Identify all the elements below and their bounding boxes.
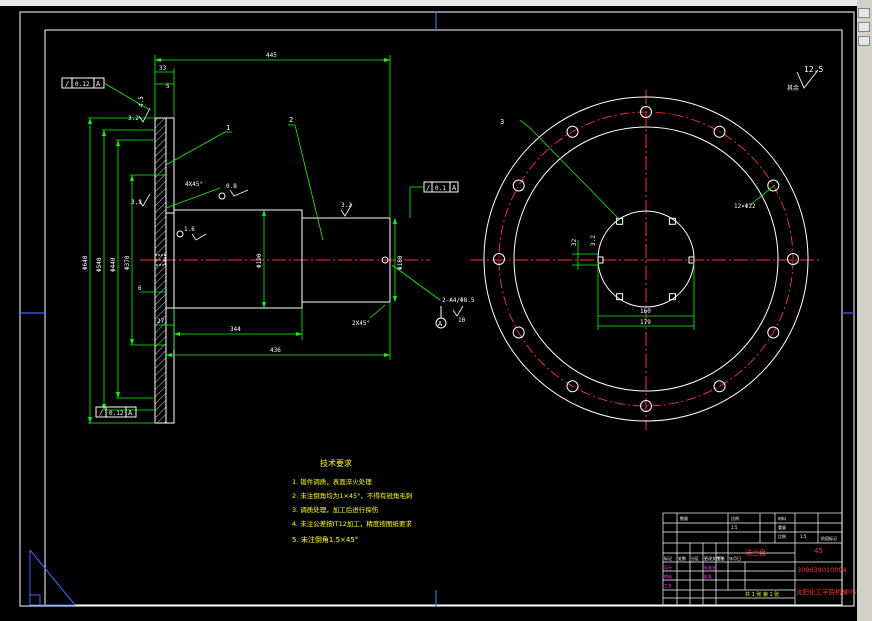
tb-scale-row: 共 1 张 第 1 张	[745, 591, 779, 598]
callout-2: 2	[289, 116, 293, 124]
dim-shaft-step: 344	[230, 326, 241, 333]
svg-text:标记: 标记	[664, 555, 672, 561]
tb-material: 45	[814, 547, 823, 555]
gdt-top-value: 0.12	[75, 81, 90, 88]
dim-length-total: 445	[266, 52, 277, 59]
dim-keyway-depth: 179	[640, 319, 651, 326]
flange-section	[154, 117, 167, 424]
gdt-bottom-symbol: /	[99, 409, 103, 417]
outer-border	[19, 11, 855, 607]
svg-text:比例: 比例	[778, 533, 786, 539]
bolt-hole	[512, 179, 525, 192]
side-view: 445 33 5 344 436 27 6 Φ640 Φ540 Φ440 Φ37…	[61, 52, 475, 424]
note-3: 3. 调质处理，加工后进行探伤	[292, 505, 379, 514]
dim-dia-bolt: Φ540	[96, 257, 103, 272]
svg-text:设计: 设计	[664, 564, 672, 570]
tb-drawing-no: 309639010094	[797, 566, 847, 574]
dim-dia-end: Φ180	[397, 255, 404, 270]
svg-text:工艺: 工艺	[664, 583, 672, 588]
rough-a: 3.2	[128, 115, 139, 122]
dim-flange-step: 5	[166, 83, 170, 90]
notes-title: 技术要求	[320, 458, 352, 468]
svg-text:重量: 重量	[778, 524, 786, 530]
dim-shaft-length: 436	[270, 347, 281, 354]
note-5: 5. 未注倒角1.5×45°	[292, 535, 358, 544]
tb-part-name: 法兰盘	[745, 548, 766, 557]
svg-text:处数: 处数	[678, 555, 686, 561]
note-1: 1. 锻件调质，表面淬火处理	[292, 477, 372, 486]
callout-3: 3	[500, 118, 504, 126]
svg-text:阶段标记: 阶段标记	[821, 535, 837, 541]
right-scrollbar[interactable]	[857, 0, 872, 621]
tb-school: 沈阳化工学院机械0509	[796, 587, 857, 596]
chamfer-2: 2X45°	[352, 320, 370, 327]
bolt-holes-spec: 12×Φ22	[734, 203, 756, 210]
note-2: 2. 未注倒角均为1×45°，不得有锐角毛刺	[292, 491, 412, 500]
rough-c: 3.2	[341, 202, 352, 209]
svg-text:标准化: 标准化	[704, 564, 716, 570]
cad-drawing-canvas[interactable]: 445 33 5 344 436 27 6 Φ640 Φ540 Φ440 Φ37…	[0, 0, 857, 621]
front-view: 160 179 12×Φ22 32 3.2 其余 12.5 3	[470, 65, 823, 430]
scroll-down-button[interactable]	[858, 36, 870, 46]
center-hole-spec: 2-A4/Φ8.5	[442, 297, 475, 304]
gdt-bottom: / 0.12 A	[95, 406, 137, 418]
svg-text:比例: 比例	[731, 515, 739, 521]
svg-text:签名: 签名	[717, 555, 725, 561]
ucs-icon	[29, 549, 76, 606]
note-4: 4. 未注公差按IT12加工，精度按图纸要求	[292, 519, 412, 528]
datum-a-symbol: A	[435, 306, 447, 329]
gdt-top-symbol: /	[65, 80, 69, 88]
gdt-right-datum: A	[452, 184, 457, 192]
dim-keyway-width: 160	[640, 308, 651, 315]
svg-text:分区: 分区	[691, 555, 699, 561]
gdt-top: / 0.12 A	[61, 77, 151, 111]
center-hole-depth: 10	[458, 317, 466, 324]
dim-offset-small: 6	[138, 285, 142, 292]
svg-text:A: A	[438, 320, 443, 328]
shaft-large	[173, 209, 303, 309]
flange-face	[165, 117, 175, 424]
key-small: 3.2	[590, 235, 597, 246]
svg-text:材料: 材料	[778, 515, 786, 521]
svg-text:1:5: 1:5	[731, 525, 738, 530]
callout-1: 1	[226, 124, 230, 132]
dim-dia-hub: Φ370	[124, 255, 131, 270]
dim-dia-pilot: Φ440	[110, 257, 117, 272]
dim-dia-flange: Φ640	[82, 255, 89, 270]
title-block-text: 法兰盘 45 309639010094 沈阳化工学院机械0509 共 1 张 第…	[664, 515, 857, 598]
technical-notes: 技术要求 1. 锻件调质，表面淬火处理 2. 未注倒角均为1×45°，不得有锐角…	[292, 458, 412, 544]
gdt-right-symbol: /	[426, 184, 430, 192]
rough-d: 0.8	[226, 183, 237, 190]
dim-flange-width: 33	[159, 65, 167, 72]
key-side: 32	[571, 238, 578, 246]
svg-text:1:5: 1:5	[800, 534, 807, 539]
svg-text:批准: 批准	[704, 573, 712, 579]
dim-flange-small: 27	[157, 318, 165, 325]
roughness-default: 12.5	[804, 65, 823, 74]
gdt-right: / 0.1 A	[409, 181, 459, 218]
gdt-top-datum: A	[96, 80, 101, 88]
svg-text:年月日: 年月日	[729, 555, 741, 561]
chamfer-1: 4X45°	[185, 181, 203, 188]
scroll-up-button[interactable]	[858, 8, 870, 18]
svg-text:审核: 审核	[664, 573, 672, 579]
roughness-other-label: 其余	[787, 84, 799, 92]
gdt-right-value: 0.1	[435, 185, 446, 192]
scroll-mid-button[interactable]	[858, 22, 870, 32]
rough-e: 1.6	[184, 226, 195, 233]
dim-dia-shaft: Φ190	[256, 253, 263, 268]
gdt-bottom-value: 0.12	[109, 410, 124, 417]
svg-text:数量: 数量	[680, 515, 688, 521]
